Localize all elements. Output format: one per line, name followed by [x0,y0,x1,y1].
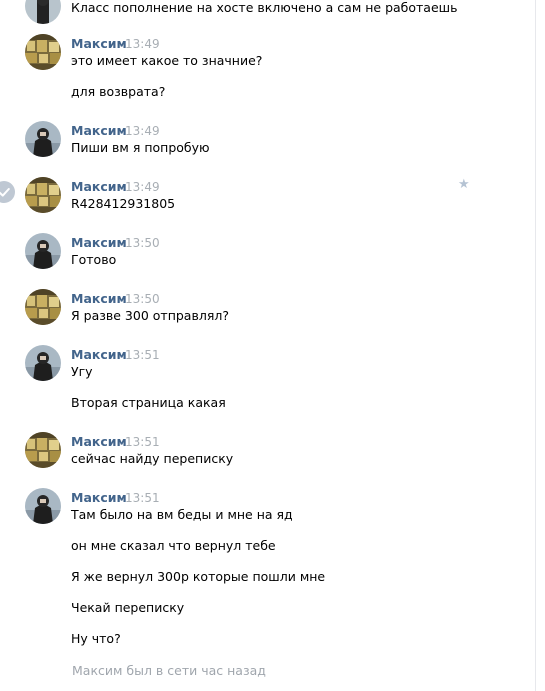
avatar[interactable] [25,432,61,468]
message-time[interactable]: 13:51 [125,348,160,362]
avatar[interactable] [25,345,61,381]
chat-history[interactable]: Класс пополнение на хосте включено а сам… [0,0,536,691]
message-time[interactable]: 13:51 [125,435,160,449]
message-text: это имеет какое то значние? [71,53,263,68]
message-text: он мне сказал что вернул тебе [71,538,276,553]
message-text: Там было на вм беды и мне на яд [71,507,293,522]
sender-name[interactable]: Максим [71,36,127,51]
message-text: Я разве 300 отправлял? [71,308,229,323]
avatar[interactable] [25,177,61,213]
message-text: Ну что? [71,631,121,646]
avatar[interactable] [25,289,61,325]
scrollbar[interactable] [538,0,545,691]
message-time[interactable]: 13:49 [125,180,160,194]
message-time[interactable]: 13:50 [125,292,160,306]
sender-name[interactable]: Максим [71,490,127,505]
sender-name[interactable]: Максим [71,179,127,194]
sender-name[interactable]: Максим [71,347,127,362]
star-icon[interactable]: ★ [458,177,470,192]
avatar[interactable] [25,121,61,157]
avatar[interactable] [25,488,61,524]
message-text: сейчас найду переписку [71,451,234,466]
message-text: Я же вернул 300р которые пошли мне [71,569,326,584]
sender-name[interactable]: Максим [71,235,127,250]
sender-name[interactable]: Максим [71,123,127,138]
message-text: R428412931805 [71,196,176,211]
message-time[interactable]: 13:51 [125,491,160,505]
message-text: Угу [71,364,93,379]
message-text: Чекай переписку [71,600,185,615]
message-text: Пиши вм я попробую [71,140,210,155]
message-time[interactable]: 13:50 [125,236,160,250]
message-text: Класс пополнение на хосте включено а сам… [71,0,458,15]
online-status: Максим был в сети час назад [72,663,266,678]
avatar[interactable] [25,233,61,269]
sender-name[interactable]: Максим [71,434,127,449]
message-text: Готово [71,252,117,267]
message-text: для возврата? [71,84,166,99]
message-text: Вторая страница какая [71,395,226,410]
message-time[interactable]: 13:49 [125,124,160,138]
sender-name[interactable]: Максим [71,291,127,306]
check-circle-icon[interactable] [0,181,15,203]
avatar[interactable] [25,34,61,70]
avatar[interactable] [25,0,61,24]
message-time[interactable]: 13:49 [125,37,160,51]
